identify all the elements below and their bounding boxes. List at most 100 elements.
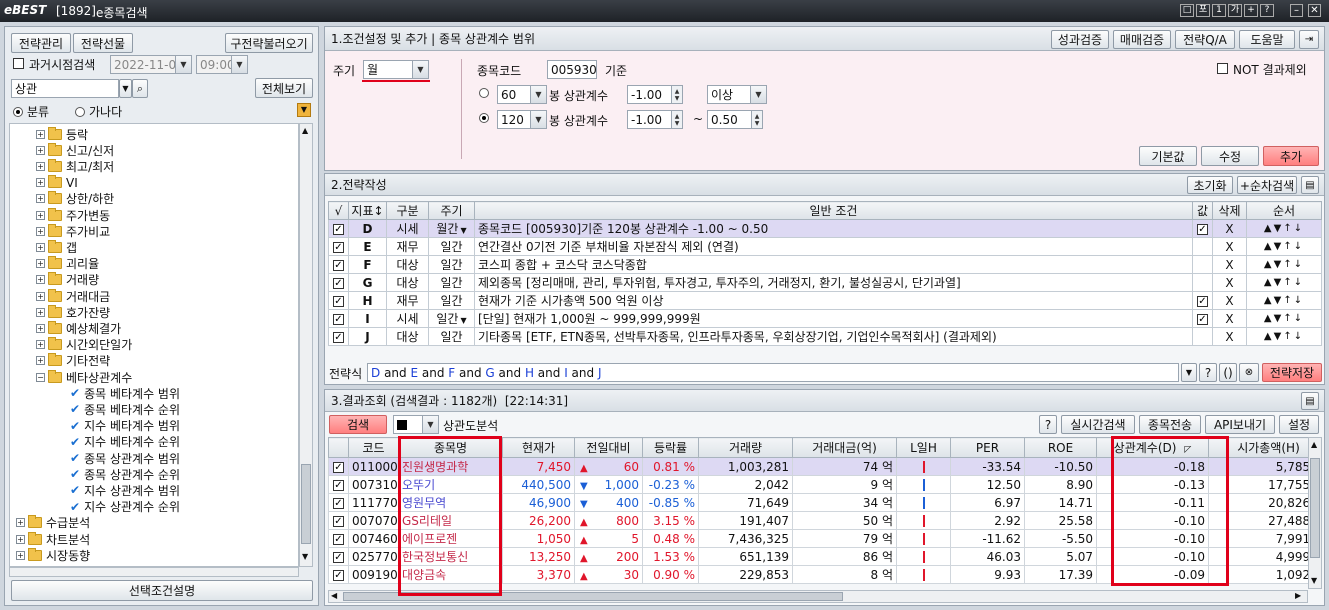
tree-item[interactable]: + 차트분석 bbox=[16, 531, 90, 547]
help-button[interactable]: 도움말 bbox=[1239, 30, 1295, 49]
move-up-icon[interactable]: ▲ bbox=[1264, 295, 1274, 306]
color-select[interactable]: ▼ bbox=[393, 415, 439, 434]
tree-item[interactable]: + 거래량 bbox=[36, 272, 99, 288]
move-bottom-icon[interactable]: ↓ bbox=[1294, 277, 1304, 288]
row-checkbox[interactable]: ✓ bbox=[333, 479, 344, 491]
row-checkbox[interactable]: ✓ bbox=[333, 313, 344, 325]
delete-button[interactable]: X bbox=[1212, 237, 1247, 256]
column-header[interactable]: 주기 bbox=[428, 201, 475, 220]
expand-icon[interactable]: + bbox=[36, 323, 45, 333]
delete-button[interactable]: X bbox=[1212, 219, 1247, 238]
tree-item[interactable]: + 주가비교 bbox=[36, 223, 110, 239]
titlebar-button[interactable]: + bbox=[1244, 4, 1258, 17]
search-icon[interactable]: ⌕ bbox=[132, 79, 148, 98]
stepper-icon[interactable]: ▲ ▼ bbox=[671, 111, 682, 128]
expand-icon[interactable]: + bbox=[36, 210, 45, 220]
chevron-down-icon[interactable]: ▼ bbox=[460, 316, 466, 325]
move-bottom-icon[interactable]: ↓ bbox=[1294, 295, 1304, 306]
settings-button[interactable]: 설정 bbox=[1279, 415, 1319, 434]
row1-operator-select[interactable]: 이상 ▼ bbox=[707, 85, 767, 104]
tree-item[interactable]: ✔ 지수 상관계수 범위 bbox=[70, 482, 180, 498]
tree-item[interactable]: + 상한/하한 bbox=[36, 191, 114, 207]
chevron-down-icon[interactable]: ▼ bbox=[530, 86, 546, 103]
tree-item[interactable]: + 기타전략 bbox=[36, 353, 110, 369]
chevron-down-icon[interactable]: ▼ bbox=[460, 226, 466, 235]
expand-icon[interactable]: + bbox=[36, 340, 45, 350]
move-top-icon[interactable]: ↑ bbox=[1283, 331, 1293, 342]
titlebar-button[interactable]: 1 bbox=[1212, 4, 1226, 17]
column-header[interactable]: 일반 조건 bbox=[474, 201, 1193, 220]
period-cell[interactable]: 월간 ▼ bbox=[428, 219, 475, 238]
order-controls[interactable]: ▲▼↑↓ bbox=[1246, 237, 1322, 256]
strategy-row[interactable]: ✓ F 대상 일간 코스피 종합 + 코스닥 코스닥종합 X ▲▼↑↓ bbox=[328, 255, 1322, 274]
panel-layout-icon[interactable]: ▤ bbox=[1301, 392, 1319, 410]
collapse-icon[interactable]: ▼ bbox=[297, 103, 311, 117]
modify-button[interactable]: 수정 bbox=[1201, 146, 1259, 166]
radio-category[interactable]: 분류 bbox=[13, 103, 49, 120]
column-header[interactable]: PER bbox=[950, 437, 1025, 458]
past-date-field[interactable]: 2022-11-01 ▼ bbox=[110, 55, 192, 74]
move-top-icon[interactable]: ↑ bbox=[1283, 223, 1293, 234]
expand-icon[interactable]: + bbox=[36, 356, 45, 366]
move-up-icon[interactable]: ▲ bbox=[1264, 277, 1274, 288]
expand-icon[interactable]: + bbox=[36, 259, 45, 269]
condition-cell[interactable]: 연간결산 0기전 기준 부채비율 자본잠식 제외 (연결) bbox=[474, 237, 1193, 256]
tree-item[interactable]: ✔ 종목 상관계수 순위 bbox=[70, 466, 180, 482]
sequential-search-button[interactable]: +순차검색 bbox=[1237, 176, 1297, 194]
move-up-icon[interactable]: ▲ bbox=[1264, 313, 1274, 324]
order-controls[interactable]: ▲▼↑↓ bbox=[1246, 219, 1322, 238]
tree-scrollbar[interactable]: ▲ ▼ bbox=[299, 123, 313, 567]
titlebar-button[interactable]: 가 bbox=[1228, 4, 1242, 17]
not-exclude-checkbox[interactable] bbox=[1217, 63, 1228, 74]
add-button[interactable]: 추가 bbox=[1263, 146, 1319, 166]
realtime-search-button[interactable]: 실시간검색 bbox=[1061, 415, 1135, 434]
expand-icon[interactable]: + bbox=[36, 242, 45, 252]
order-controls[interactable]: ▲▼↑↓ bbox=[1246, 255, 1322, 274]
condition-cell[interactable]: 제외종목 [정리매매, 관리, 투자위험, 투자경고, 투자주의, 거래정지, … bbox=[474, 273, 1193, 292]
tree-item[interactable]: + 등락 bbox=[36, 126, 88, 142]
titlebar-button[interactable]: ? bbox=[1260, 4, 1274, 17]
strategy-row[interactable]: ✓ E 재무 일간 연간결산 0기전 기준 부채비율 자본잠식 제외 (연결) X ▲▼↑↓ bbox=[328, 237, 1322, 256]
api-send-button[interactable]: API보내기 bbox=[1205, 415, 1275, 434]
strategy-row[interactable]: ✓ H 재무 일간 현재가 기준 시가총액 500 억원 이상 ✓ X ▲▼↑↓ bbox=[328, 291, 1322, 310]
column-header[interactable]: 구분 bbox=[386, 201, 429, 220]
tree-item[interactable]: ✔ 지수 상관계수 순위 bbox=[70, 499, 180, 515]
reset-button[interactable]: 초기화 bbox=[1187, 176, 1233, 194]
strategy-row[interactable]: ✓ D 시세 월간 ▼ 종목코드 [005930]기준 120봉 상관계수 -1.00 ~… bbox=[328, 219, 1322, 238]
formula-dropdown[interactable]: ▼ bbox=[1181, 363, 1197, 382]
column-header[interactable]: 전일대비 bbox=[574, 437, 643, 458]
tree-item[interactable]: − 베타상관계수 bbox=[36, 369, 132, 385]
move-bottom-icon[interactable]: ↓ bbox=[1294, 259, 1304, 270]
column-header[interactable]: 지표↕ bbox=[348, 201, 387, 220]
row-checkbox[interactable]: ✓ bbox=[333, 259, 344, 271]
expand-icon[interactable]: + bbox=[36, 178, 45, 188]
expand-icon[interactable]: + bbox=[16, 550, 25, 560]
expand-icon[interactable]: + bbox=[16, 518, 25, 528]
expand-icon[interactable]: + bbox=[36, 145, 45, 155]
move-up-icon[interactable]: ▲ bbox=[1264, 223, 1274, 234]
send-stocks-button[interactable]: 종목전송 bbox=[1139, 415, 1201, 434]
delete-button[interactable]: X bbox=[1212, 273, 1247, 292]
move-down-icon[interactable]: ▼ bbox=[1274, 313, 1284, 324]
strategy-row[interactable]: ✓ J 대상 일간 기타종목 [ETF, ETN종목, 선박투자종목, 인프라투자종목,… bbox=[328, 327, 1322, 346]
default-button[interactable]: 기본값 bbox=[1139, 146, 1197, 166]
tree-item[interactable]: + 시장동향 bbox=[16, 547, 90, 563]
condition-cell[interactable]: 종목코드 [005930]기준 120봉 상관계수 -1.00 ~ 0.50 bbox=[474, 219, 1193, 238]
row-checkbox[interactable]: ✓ bbox=[333, 515, 344, 527]
row2-from-input[interactable]: -1.00 ▲ ▼ bbox=[627, 110, 683, 129]
tree-item[interactable]: + 거래대금 bbox=[36, 288, 110, 304]
search-button[interactable]: 검색 bbox=[329, 415, 387, 434]
row-checkbox[interactable]: ✓ bbox=[333, 241, 344, 253]
column-header[interactable]: 순서 bbox=[1246, 201, 1322, 220]
stepper-icon[interactable]: ▲ ▼ bbox=[671, 86, 682, 103]
chevron-down-icon[interactable]: ▼ bbox=[175, 56, 191, 73]
radio-row1[interactable] bbox=[479, 88, 489, 98]
collapse-icon[interactable]: − bbox=[36, 372, 45, 382]
column-header[interactable]: √ bbox=[328, 201, 349, 220]
move-top-icon[interactable]: ↑ bbox=[1283, 277, 1293, 288]
radio-alphabetical[interactable]: 가나다 bbox=[75, 103, 122, 120]
expand-icon[interactable]: + bbox=[36, 226, 45, 236]
move-bottom-icon[interactable]: ↓ bbox=[1294, 223, 1304, 234]
expand-icon[interactable]: + bbox=[36, 129, 45, 139]
expand-icon[interactable]: + bbox=[36, 161, 45, 171]
